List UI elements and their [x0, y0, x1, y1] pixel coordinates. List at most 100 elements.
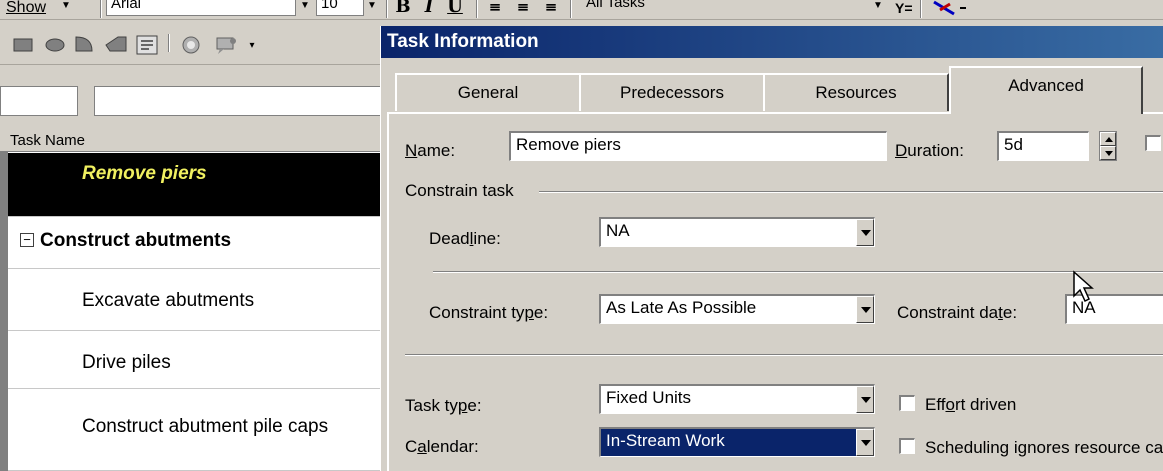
toolbar-separator: [100, 0, 102, 18]
toolbar-separator: [386, 0, 388, 18]
effort-driven-label: Effort driven: [925, 395, 1017, 414]
task-type-value: Fixed Units: [606, 388, 692, 407]
deadline-select[interactable]: NA: [599, 217, 875, 247]
table-row[interactable]: Excavate abutments: [8, 269, 380, 331]
constraint-type-select[interactable]: As Late As Possible: [599, 294, 875, 324]
constraint-date-label: Constraint date:: [897, 303, 1018, 322]
text-box-icon[interactable]: [136, 35, 158, 55]
filter-value: All Tasks: [586, 0, 645, 11]
chevron-down-icon[interactable]: [856, 429, 874, 456]
attach-to-task-icon[interactable]: [214, 35, 238, 55]
task-type-label: Task type:: [405, 396, 482, 415]
duration-label: Duration:: [895, 141, 964, 160]
tab-label: General: [457, 83, 519, 102]
show-menu-button[interactable]: Show: [6, 0, 46, 16]
oval-icon[interactable]: [44, 35, 66, 53]
advanced-tab-panel: Name: Remove piers Duration: 5d Constrai…: [387, 112, 1163, 471]
entry-input[interactable]: [94, 86, 384, 116]
task-name-cell: Excavate abutments: [82, 290, 255, 311]
formatting-toolbar: Show ▼ Arial ▼ 10 ▼ B I U ≡ ≡ ≡ All Task…: [0, 0, 1163, 20]
constraint-type-label: Constraint type:: [429, 303, 549, 322]
polygon-icon[interactable]: [104, 35, 128, 53]
calendar-select[interactable]: In-Stream Work: [599, 427, 875, 457]
font-size-value: 10: [321, 0, 338, 12]
tab-label: Predecessors: [620, 83, 724, 102]
dialog-titlebar[interactable]: Task Information: [381, 26, 1163, 58]
calendar-value: In-Stream Work: [606, 431, 725, 450]
autofilter-button[interactable]: Y=: [895, 0, 913, 16]
deadline-label: Deadline:: [429, 229, 501, 248]
task-name-cell: Remove piers: [82, 163, 207, 184]
entry-bar: [0, 66, 384, 126]
name-input[interactable]: Remove piers: [509, 131, 887, 161]
font-size-select[interactable]: 10: [316, 0, 364, 16]
name-value: Remove piers: [516, 135, 621, 154]
tab-general[interactable]: General: [395, 73, 581, 111]
task-grid: Task Name Remove piers − Construct abutm…: [0, 130, 388, 471]
chevron-down-icon[interactable]: [856, 386, 874, 413]
show-dropdown-icon[interactable]: ▼: [58, 0, 74, 16]
ms-project-window: Show ▼ Arial ▼ 10 ▼ B I U ≡ ≡ ≡ All Task…: [0, 0, 1163, 471]
task-type-select[interactable]: Fixed Units: [599, 384, 875, 414]
cycle-fill-color-icon[interactable]: [180, 35, 202, 55]
chevron-down-icon[interactable]: [856, 296, 874, 323]
tab-resources[interactable]: Resources: [763, 73, 949, 111]
font-name-value: Arial: [111, 0, 142, 12]
italic-button[interactable]: I: [418, 0, 440, 17]
toolbar-separator: [168, 34, 170, 52]
scheduling-ignores-checkbox[interactable]: [899, 438, 915, 454]
constrain-task-group-label: Constrain task: [405, 181, 514, 200]
more-buttons-icon[interactable]: ▾: [244, 38, 260, 56]
table-row[interactable]: Drive piles: [8, 331, 380, 389]
estimated-checkbox[interactable]: [1145, 135, 1161, 151]
spin-up-icon[interactable]: [1100, 132, 1116, 146]
duration-input[interactable]: 5d: [997, 131, 1089, 161]
filter-select[interactable]: All Tasks: [582, 0, 864, 16]
divider: [405, 354, 1163, 356]
task-name-cell: Construct abutment pile caps: [82, 416, 329, 437]
rectangle-icon[interactable]: [12, 35, 34, 53]
toolbar-separator: [920, 0, 922, 18]
dialog-title: Task Information: [387, 31, 539, 52]
font-name-select[interactable]: Arial: [106, 0, 296, 16]
bold-button[interactable]: B: [392, 0, 414, 17]
duration-value: 5d: [1004, 135, 1023, 154]
deadline-value: NA: [606, 221, 630, 240]
duration-spinner[interactable]: [1099, 131, 1117, 161]
entry-cell-reference[interactable]: [0, 86, 78, 116]
tab-predecessors[interactable]: Predecessors: [579, 73, 765, 111]
task-name-cell: Drive piles: [82, 352, 171, 373]
table-row[interactable]: Construct abutment pile caps: [8, 389, 380, 471]
filter-dropdown-icon[interactable]: ▼: [870, 0, 886, 16]
drawing-toolbar: ▾: [0, 20, 380, 65]
task-name-column-header[interactable]: Task Name: [0, 130, 388, 152]
task-information-dialog: Task Information General Predecessors Re…: [380, 26, 1163, 471]
arc-icon[interactable]: [74, 35, 96, 53]
align-right-icon[interactable]: ≡: [540, 0, 562, 17]
calendar-label: Calendar:: [405, 437, 479, 456]
font-name-dropdown-icon[interactable]: ▼: [297, 0, 313, 16]
chevron-down-icon[interactable]: [856, 219, 874, 246]
tab-label: Advanced: [1008, 76, 1084, 95]
scheduling-ignores-label: Scheduling ignores resource calendars: [925, 438, 1163, 457]
align-left-icon[interactable]: ≡: [484, 0, 506, 17]
table-row-selected[interactable]: Remove piers: [8, 153, 380, 217]
group-divider: [539, 191, 1163, 193]
gantt-chart-wizard-icon[interactable]: [930, 0, 970, 18]
spin-down-icon[interactable]: [1100, 146, 1116, 160]
divider: [433, 271, 1163, 273]
underline-button[interactable]: U: [444, 0, 466, 17]
tab-advanced[interactable]: Advanced: [949, 66, 1143, 114]
table-row-summary[interactable]: − Construct abutments: [8, 217, 380, 269]
align-center-icon[interactable]: ≡: [512, 0, 534, 17]
font-size-dropdown-icon[interactable]: ▼: [364, 0, 380, 16]
toolbar-separator: [476, 0, 478, 18]
effort-driven-checkbox[interactable]: [899, 395, 915, 411]
tab-label: Resources: [815, 83, 897, 102]
collapse-icon[interactable]: −: [20, 233, 34, 247]
toolbar-separator: [570, 0, 572, 18]
task-name-cell: Construct abutments: [40, 230, 232, 251]
constraint-type-value: As Late As Possible: [606, 298, 757, 317]
name-label: Name:: [405, 141, 456, 160]
mouse-cursor-icon: [1073, 270, 1094, 303]
